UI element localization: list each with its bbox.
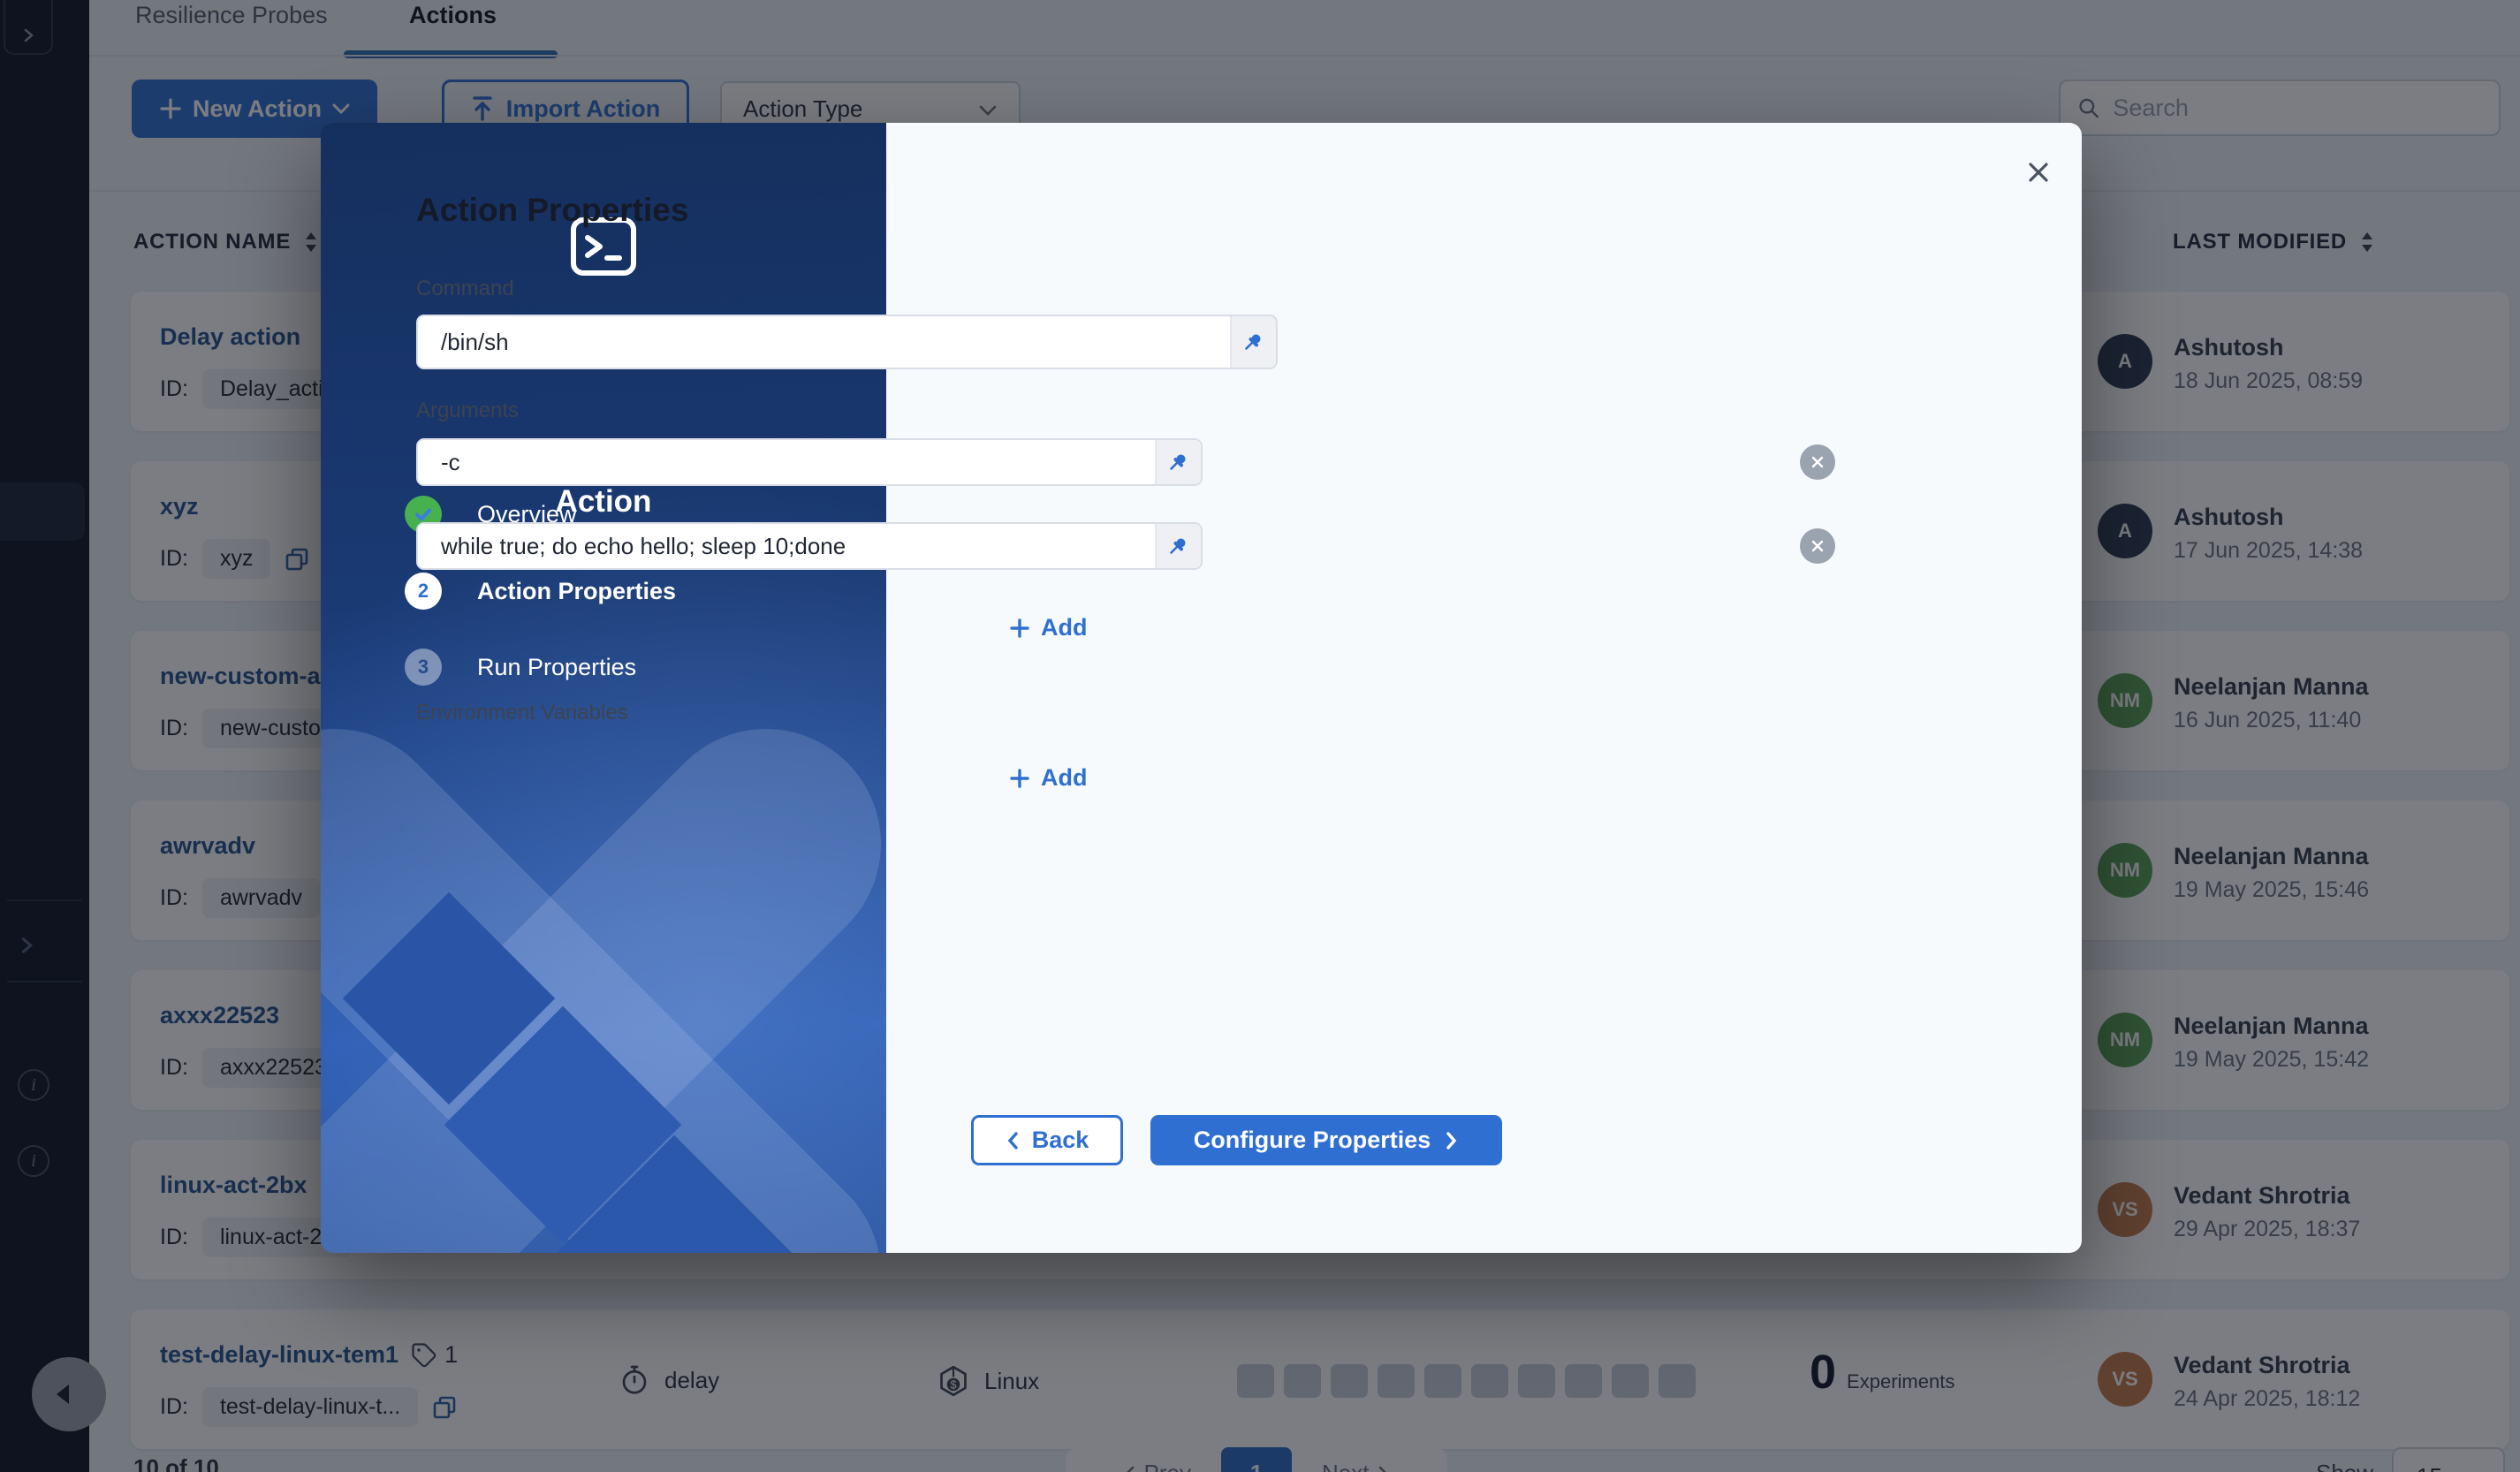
step-number-badge: 2 <box>405 573 442 610</box>
modal-form-panel <box>886 123 2082 1253</box>
argument-input[interactable] <box>418 524 1155 568</box>
remove-argument-button[interactable] <box>1800 528 1835 564</box>
app-root: i i Resilience Probes Actions New Action… <box>0 0 2520 1472</box>
modal-heading: Action Properties <box>416 192 688 229</box>
add-argument-button[interactable]: Add <box>1009 614 1087 641</box>
close-icon[interactable] <box>2014 148 2063 197</box>
wizard-panel: Create a Custom Script Action Overview 2… <box>321 123 886 1253</box>
chevron-left-icon <box>1006 1130 1020 1151</box>
command-label: Command <box>416 277 514 301</box>
argument-field <box>416 522 1203 570</box>
add-env-variable-button[interactable]: Add <box>1009 764 1087 792</box>
arguments-label: Arguments <box>416 398 519 423</box>
x-icon <box>1810 539 1825 553</box>
step-number-badge: 3 <box>405 649 442 686</box>
back-button[interactable]: Back <box>971 1115 1123 1165</box>
x-icon <box>1810 455 1825 469</box>
argument-input[interactable] <box>418 440 1155 484</box>
chevron-right-icon <box>1445 1130 1459 1151</box>
plus-icon <box>1009 618 1030 639</box>
plus-icon <box>1009 768 1030 789</box>
create-action-modal: Create a Custom Script Action Overview 2… <box>321 123 2082 1253</box>
pin-icon[interactable] <box>1230 316 1276 368</box>
environment-variables-label: Environment Variables <box>416 701 628 725</box>
remove-argument-button[interactable] <box>1800 444 1835 480</box>
pin-icon[interactable] <box>1155 524 1201 568</box>
command-field <box>416 315 1278 369</box>
argument-field <box>416 438 1203 486</box>
wizard-step-action-properties[interactable]: 2 Action Properties <box>405 573 676 610</box>
wizard-step-run-properties[interactable]: 3 Run Properties <box>405 649 636 686</box>
command-input[interactable] <box>418 316 1230 368</box>
pin-icon[interactable] <box>1155 440 1201 484</box>
configure-properties-button[interactable]: Configure Properties <box>1150 1115 1502 1165</box>
